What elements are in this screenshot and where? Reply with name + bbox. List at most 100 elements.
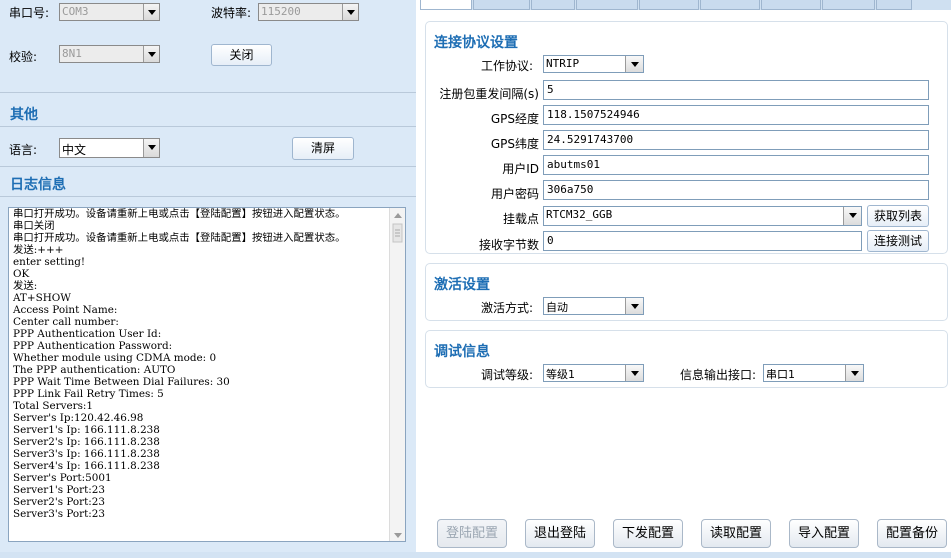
activation-section-title: 激活设置 bbox=[434, 277, 490, 293]
log-line: Server2's Ip: 166.111.8.238 bbox=[13, 436, 160, 448]
log-line: Server4's Ip: 166.111.8.238 bbox=[13, 460, 160, 472]
protocol-label: 工作协议: bbox=[480, 59, 533, 73]
tab-3[interactable] bbox=[531, 0, 575, 10]
parity-label: 校验: bbox=[9, 50, 38, 64]
protocol-value: NTRIP bbox=[546, 57, 580, 70]
log-line: Total Servers:1 bbox=[13, 400, 94, 412]
tab-5[interactable] bbox=[639, 0, 699, 10]
password-input[interactable]: 306a750 bbox=[543, 180, 929, 200]
log-line: Server3's Port:23 bbox=[13, 508, 106, 520]
chevron-down-icon bbox=[625, 365, 643, 381]
log-line: Server2's Port:23 bbox=[13, 496, 106, 508]
chevron-down-icon bbox=[143, 46, 159, 62]
chevron-down-icon bbox=[845, 365, 863, 381]
serial-port-label: 串口号: bbox=[9, 6, 50, 20]
logout-button[interactable]: 退出登陆 bbox=[525, 519, 595, 548]
tab-1[interactable] bbox=[420, 0, 472, 10]
read-config-button[interactable]: 读取配置 bbox=[701, 519, 771, 548]
register-interval-label: 注册包重发间隔(s) bbox=[439, 87, 539, 101]
tab-7[interactable] bbox=[761, 0, 821, 10]
log-scrollbar[interactable] bbox=[389, 208, 405, 541]
register-interval-input[interactable]: 5 bbox=[543, 80, 929, 100]
log-line: 串口打开成功。设备请重新上电或点击【登陆配置】按钮进入配置状态。 bbox=[13, 232, 346, 244]
download-config-button[interactable]: 下发配置 bbox=[613, 519, 683, 548]
password-value: 306a750 bbox=[547, 183, 594, 196]
get-list-button[interactable]: 获取列表 bbox=[867, 205, 929, 227]
user-id-value: abutms01 bbox=[547, 158, 600, 171]
baud-rate-label: 波特率: bbox=[211, 6, 252, 20]
output-port-label: 信息输出接口: bbox=[679, 368, 756, 382]
login-config-button[interactable]: 登陆配置 bbox=[437, 519, 507, 548]
user-id-input[interactable]: abutms01 bbox=[543, 155, 929, 175]
debug-level-label: 调试等级: bbox=[480, 368, 533, 382]
received-bytes-value: 0 bbox=[547, 234, 554, 247]
log-line: 串口打开成功。设备请重新上电或点击【登陆配置】按钮进入配置状态。 bbox=[13, 208, 346, 220]
received-bytes-label: 接收字节数 bbox=[478, 238, 539, 252]
log-line: PPP Wait Time Between Dial Failures: 30 bbox=[13, 376, 230, 388]
divider bbox=[0, 166, 416, 167]
chevron-down-icon bbox=[143, 139, 159, 157]
tab-2[interactable] bbox=[473, 0, 530, 10]
mount-point-value: RTCM32_GGB bbox=[546, 208, 613, 221]
baud-rate-select[interactable]: 115200 bbox=[258, 3, 359, 21]
connection-test-button[interactable]: 连接测试 bbox=[867, 230, 929, 252]
clear-screen-button[interactable]: 清屏 bbox=[292, 137, 354, 160]
activation-mode-select[interactable]: 自动 bbox=[543, 297, 644, 315]
tab-6[interactable] bbox=[700, 0, 760, 10]
gps-longitude-input[interactable]: 118.1507524946 bbox=[543, 105, 929, 125]
tab-strip bbox=[420, 0, 951, 10]
scrollbar-arrows-icon bbox=[392, 213, 403, 538]
register-interval-value: 5 bbox=[547, 83, 554, 96]
divider bbox=[0, 126, 416, 127]
user-id-label: 用户ID bbox=[502, 162, 539, 176]
mount-point-label: 挂载点 bbox=[502, 212, 539, 226]
activation-mode-label: 激活方式: bbox=[480, 301, 533, 315]
gps-latitude-input[interactable]: 24.5291743700 bbox=[543, 130, 929, 150]
log-line: enter setting! bbox=[13, 256, 86, 268]
output-port-value: 串口1 bbox=[766, 368, 795, 381]
log-line: AT+SHOW bbox=[13, 292, 71, 304]
gps-longitude-label: GPS经度 bbox=[490, 112, 539, 126]
log-line: Center call number: bbox=[13, 316, 119, 328]
log-line: Server's Port:5001 bbox=[13, 472, 112, 484]
left-panel: 串口号: COM3 波特率: 115200 校验: 8N1 关闭 其他 语言: … bbox=[0, 0, 416, 558]
language-value: 中文 bbox=[62, 143, 87, 157]
chevron-down-icon bbox=[143, 4, 159, 20]
language-select[interactable]: 中文 bbox=[59, 138, 160, 158]
protocol-select[interactable]: NTRIP bbox=[543, 55, 644, 73]
serial-port-select[interactable]: COM3 bbox=[59, 3, 160, 21]
gps-latitude-value: 24.5291743700 bbox=[547, 133, 634, 146]
import-config-button[interactable]: 导入配置 bbox=[789, 519, 859, 548]
log-line: Access Point Name: bbox=[13, 304, 118, 316]
other-section-title: 其他 bbox=[10, 107, 38, 123]
debug-level-value: 等级1 bbox=[546, 368, 575, 381]
log-line: 发送: bbox=[13, 280, 38, 292]
bottom-bar bbox=[0, 552, 951, 558]
connection-section-title: 连接协议设置 bbox=[434, 35, 518, 51]
log-line: Server1's Ip: 166.111.8.238 bbox=[13, 424, 160, 436]
output-port-select[interactable]: 串口1 bbox=[763, 364, 864, 382]
tab-9[interactable] bbox=[876, 0, 912, 10]
tab-4[interactable] bbox=[576, 0, 638, 10]
log-line: Server1's Port:23 bbox=[13, 484, 106, 496]
password-label: 用户密码 bbox=[490, 187, 539, 201]
gps-latitude-label: GPS纬度 bbox=[490, 137, 539, 151]
parity-select[interactable]: 8N1 bbox=[59, 45, 160, 63]
log-line: The PPP authentication: AUTO bbox=[13, 364, 176, 376]
tab-8[interactable] bbox=[822, 0, 875, 10]
divider bbox=[0, 196, 416, 197]
close-port-button[interactable]: 关闭 bbox=[211, 44, 272, 66]
mount-point-select[interactable]: RTCM32_GGB bbox=[543, 206, 862, 226]
log-line: Whether module using CDMA mode: 0 bbox=[13, 352, 217, 364]
log-line: PPP Authentication User Id: bbox=[13, 328, 162, 340]
backup-config-button[interactable]: 配置备份 bbox=[877, 519, 947, 548]
activation-mode-value: 自动 bbox=[546, 301, 568, 314]
chevron-down-icon bbox=[625, 298, 643, 314]
log-line: 发送:+++ bbox=[13, 244, 64, 256]
log-textarea[interactable]: 串口打开成功。设备请重新上电或点击【登陆配置】按钮进入配置状态。 串口关闭 串口打开… bbox=[8, 207, 406, 542]
debug-level-select[interactable]: 等级1 bbox=[543, 364, 644, 382]
divider bbox=[0, 92, 416, 93]
parity-value: 8N1 bbox=[62, 47, 82, 60]
log-line: PPP Link Fail Retry Times: 5 bbox=[13, 388, 164, 400]
received-bytes-input[interactable]: 0 bbox=[543, 231, 862, 251]
